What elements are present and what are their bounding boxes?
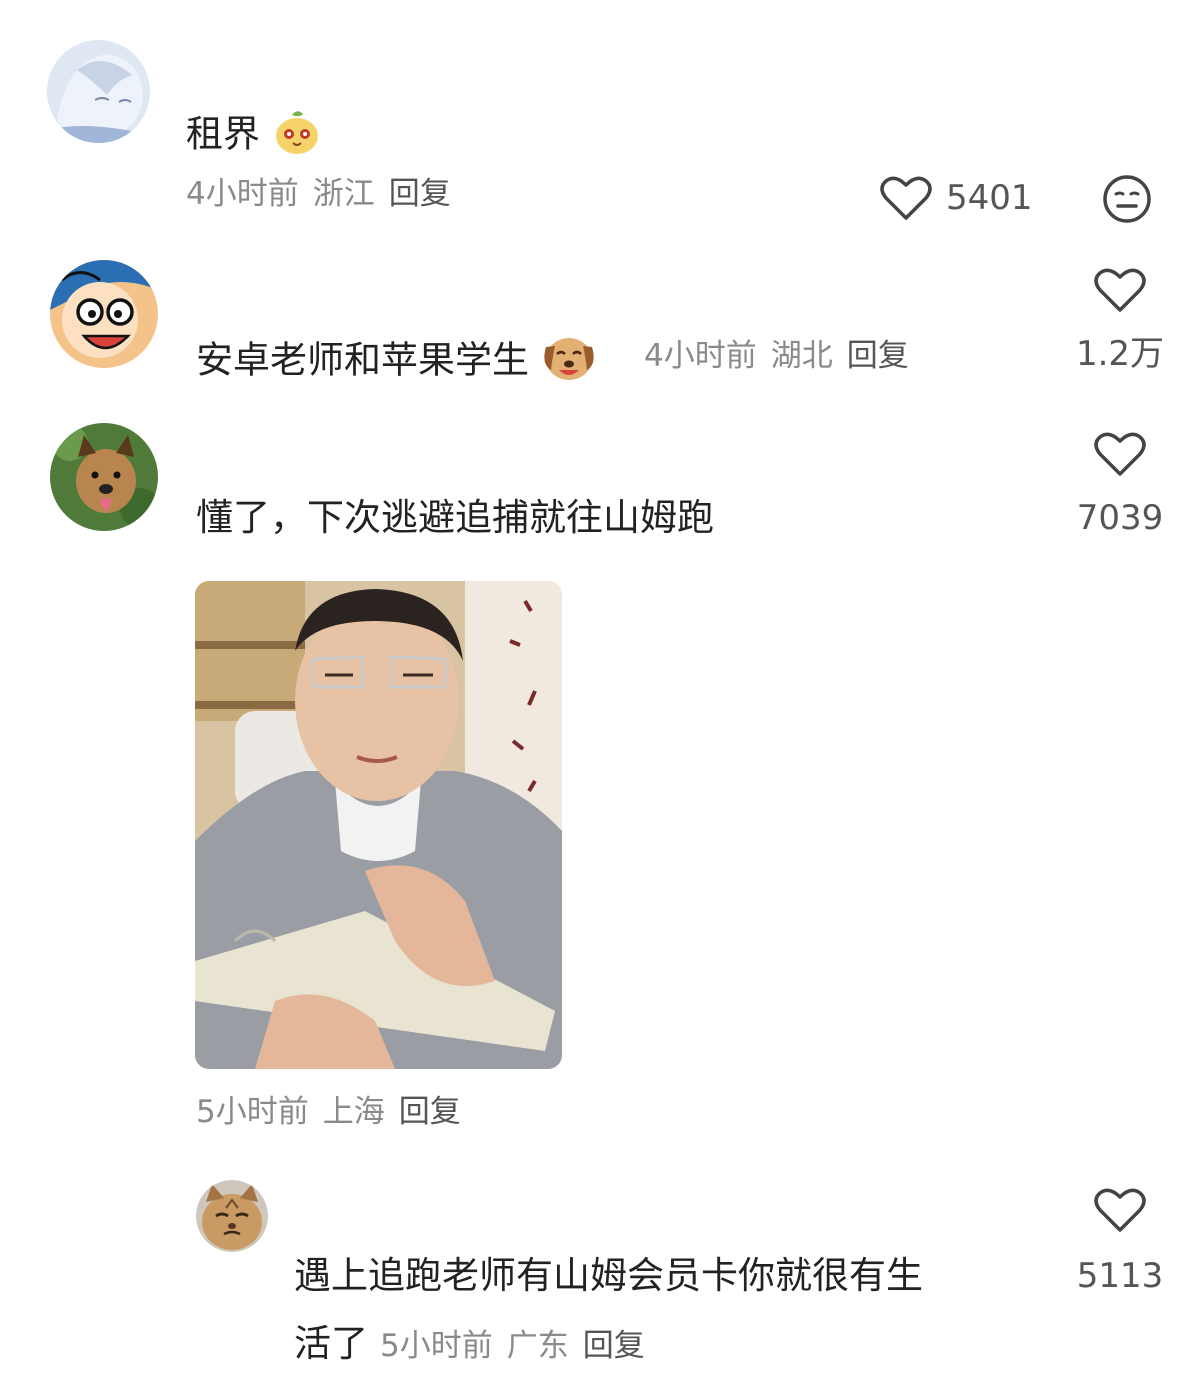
timestamp: 5小时前: [380, 1328, 493, 1364]
reply-second-line: 活了 5小时前 广东 回复: [294, 1322, 659, 1366]
like-count: 1.2万: [1075, 334, 1165, 374]
heart-outline-icon[interactable]: [1094, 430, 1146, 482]
location: 上海: [322, 1094, 385, 1130]
reply-text-line1: 遇上追跑老师有山姆会员卡你就很有生: [294, 1254, 923, 1297]
comment-text: 安卓老师和苹果学生: [196, 332, 597, 392]
like-count: 5401: [946, 178, 1033, 218]
reply-button[interactable]: 回复: [399, 1094, 461, 1130]
timestamp: 5小时前: [196, 1094, 309, 1130]
timestamp: 4小时前: [644, 338, 757, 374]
location: 浙江: [312, 176, 375, 212]
dog-laughing-emoji: [541, 332, 597, 392]
location: 湖北: [770, 338, 833, 374]
comment-meta: 4小时前 浙江 回复: [186, 174, 465, 214]
like-count: 5113: [1076, 1256, 1164, 1296]
reply-button[interactable]: 回复: [583, 1328, 645, 1364]
heart-outline-icon[interactable]: [1094, 266, 1146, 318]
comment-image[interactable]: [195, 581, 562, 1069]
timestamp: 4小时前: [186, 176, 299, 212]
avatar[interactable]: [50, 260, 158, 368]
avatar[interactable]: [47, 40, 150, 143]
like-count: 7039: [1076, 498, 1164, 538]
reply-text-line2: 活了: [294, 1322, 368, 1365]
comment-meta: 4小时前 湖北 回复: [644, 336, 923, 376]
location: 广东: [506, 1328, 569, 1364]
neutral-face-icon[interactable]: [1101, 173, 1153, 229]
comment-meta: 5小时前 上海 回复: [196, 1092, 475, 1132]
reply-button[interactable]: 回复: [389, 176, 451, 212]
reply-button[interactable]: 回复: [847, 338, 909, 374]
orange-pudding-emoji: [272, 106, 322, 166]
heart-outline-icon[interactable]: [880, 174, 932, 226]
comment-text: 租界: [186, 106, 322, 166]
avatar[interactable]: [196, 1180, 268, 1252]
avatar[interactable]: [50, 423, 158, 531]
comment-text: 懂了，下次逃避追捕就往山姆跑: [196, 496, 714, 539]
comment-meta: 5小时前 广东 回复: [380, 1328, 659, 1364]
heart-outline-icon[interactable]: [1094, 1186, 1146, 1238]
